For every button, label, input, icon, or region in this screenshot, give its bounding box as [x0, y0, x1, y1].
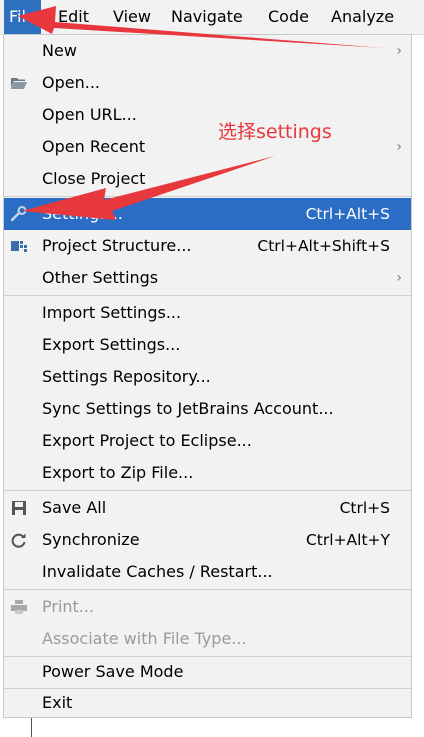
menu-item-new[interactable]: New ›: [4, 35, 411, 67]
menu-item-other-settings[interactable]: Other Settings ›: [4, 262, 411, 294]
wrench-icon: [10, 206, 27, 222]
shortcut-label: Ctrl+Alt+S: [305, 205, 390, 223]
menu-item-export-zip[interactable]: Export to Zip File...: [4, 457, 411, 489]
sync-icon: [11, 533, 26, 548]
shortcut-label: Ctrl+S: [339, 499, 390, 517]
menu-item-close-project[interactable]: Close Project: [4, 163, 411, 195]
folder-icon: [11, 78, 27, 89]
menu-item-label: Settings Repository...: [42, 367, 211, 386]
menu-item-label: Exit: [42, 693, 73, 712]
menu-item-label: Export to Zip File...: [42, 463, 194, 482]
menu-item-open-url[interactable]: Open URL...: [4, 99, 411, 131]
menu-navigate[interactable]: Navigate: [166, 0, 248, 34]
menu-item-label: Settings...: [42, 204, 123, 223]
menu-item-export-eclipse[interactable]: Export Project to Eclipse...: [4, 425, 411, 457]
project-structure-icon: [11, 241, 27, 252]
menu-item-export-settings[interactable]: Export Settings...: [4, 329, 411, 361]
menu-item-project-structure[interactable]: Project Structure... Ctrl+Alt+Shift+S: [4, 230, 411, 262]
submenu-arrow-icon: ›: [396, 270, 402, 286]
menu-separator: [4, 589, 411, 590]
menu-item-label: Power Save Mode: [42, 662, 184, 681]
menu-edit[interactable]: Edit: [53, 0, 94, 34]
file-menu-dropdown: New › Open... Open URL... Open Recent › …: [3, 34, 412, 718]
menu-item-label: Save All: [42, 498, 107, 517]
menu-item-import-settings[interactable]: Import Settings...: [4, 297, 411, 329]
menu-item-power-save-mode[interactable]: Power Save Mode: [4, 656, 411, 688]
menu-item-invalidate-caches[interactable]: Invalidate Caches / Restart...: [4, 556, 411, 588]
menu-item-label: Synchronize: [42, 530, 140, 549]
submenu-arrow-icon: ›: [396, 43, 402, 59]
menu-item-label: Open Recent: [42, 137, 146, 156]
menu-item-open[interactable]: Open...: [4, 67, 411, 99]
window-edge-line: [31, 718, 32, 737]
menu-separator: [4, 490, 411, 491]
menu-file[interactable]: File: [4, 0, 41, 34]
menu-analyze[interactable]: Analyze: [326, 0, 399, 34]
menu-item-label: Import Settings...: [42, 303, 182, 322]
menu-item-open-recent[interactable]: Open Recent ›: [4, 131, 411, 163]
menu-item-settings[interactable]: Settings... Ctrl+Alt+S: [4, 198, 411, 230]
menu-item-synchronize[interactable]: Synchronize Ctrl+Alt+Y: [4, 524, 411, 556]
menu-bar: File Edit View Navigate Code Analyze: [0, 0, 424, 35]
menu-item-associate-file-type: Associate with File Type...: [4, 623, 411, 655]
save-icon: [12, 501, 26, 515]
shortcut-label: Ctrl+Alt+Y: [305, 531, 390, 549]
menu-item-label: Project Structure...: [42, 236, 192, 255]
submenu-arrow-icon: ›: [396, 139, 402, 155]
shortcut-label: Ctrl+Alt+Shift+S: [257, 237, 390, 255]
menu-item-label: Open URL...: [42, 105, 137, 124]
menu-item-save-all[interactable]: Save All Ctrl+S: [4, 492, 411, 524]
menu-code[interactable]: Code: [263, 0, 314, 34]
menu-item-label: New: [42, 41, 77, 60]
annotation-label: 选择settings: [218, 121, 332, 143]
menu-item-sync-settings[interactable]: Sync Settings to JetBrains Account...: [4, 393, 411, 425]
menu-item-label: Open...: [42, 73, 100, 92]
menu-view[interactable]: View: [108, 0, 156, 34]
menu-item-settings-repository[interactable]: Settings Repository...: [4, 361, 411, 393]
menu-item-label: Associate with File Type...: [42, 629, 247, 648]
menu-item-label: Sync Settings to JetBrains Account...: [42, 399, 334, 418]
menu-item-label: Other Settings: [42, 268, 159, 287]
menu-item-exit[interactable]: Exit: [4, 687, 411, 719]
menu-item-label: Print...: [42, 597, 95, 616]
menu-separator: [4, 295, 411, 296]
menu-item-print: Print...: [4, 591, 411, 623]
menu-item-label: Invalidate Caches / Restart...: [42, 562, 273, 581]
printer-icon: [11, 600, 27, 614]
menu-item-label: Export Settings...: [42, 335, 181, 354]
menu-item-label: Export Project to Eclipse...: [42, 431, 252, 450]
menu-separator: [4, 196, 411, 197]
menu-item-label: Close Project: [42, 169, 146, 188]
